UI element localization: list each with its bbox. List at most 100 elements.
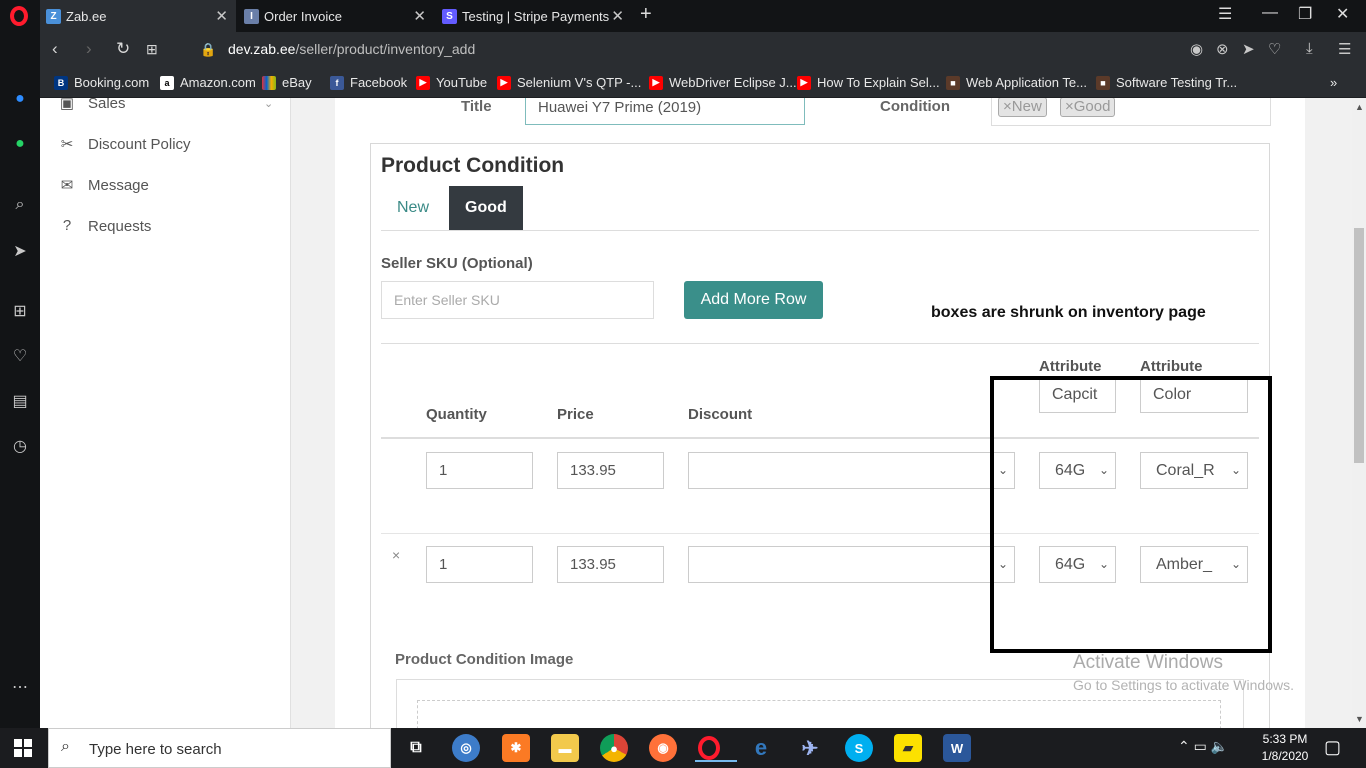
quantity-input[interactable]: 1 xyxy=(426,546,533,583)
firefox-icon[interactable]: ◉ xyxy=(649,734,677,762)
bookmark-booking[interactable]: B Booking.com xyxy=(54,75,149,90)
whatsapp-icon[interactable]: ● xyxy=(10,135,30,155)
send-icon[interactable]: ➤ xyxy=(10,241,30,261)
windows-start-icon[interactable] xyxy=(14,739,32,757)
price-input[interactable]: 133.95 xyxy=(557,452,664,489)
eclipse-icon[interactable]: ✈ xyxy=(796,734,824,762)
notification-icon[interactable]: ▢ xyxy=(1324,737,1341,758)
minimize-icon[interactable]: — xyxy=(1262,4,1278,22)
clock-time[interactable]: 5:33 PM xyxy=(1260,732,1310,746)
tab-stripe[interactable]: S Testing | Stripe Payments ✕ xyxy=(436,0,632,32)
download-icon[interactable]: ⤓ xyxy=(1306,40,1313,57)
tab-title: Order Invoice xyxy=(264,8,343,24)
bookmark-webdriver[interactable]: ▶ WebDriver Eclipse J... xyxy=(649,75,797,90)
lock-icon: 🔒 xyxy=(200,42,217,57)
opera-taskbar-icon[interactable] xyxy=(695,736,737,762)
bookmark-amazon[interactable]: a Amazon.com xyxy=(160,75,256,90)
bookmark-software-testing[interactable]: ■ Software Testing Tr... xyxy=(1096,75,1237,90)
forward-icon[interactable]: › xyxy=(86,39,92,59)
condition-chip-new[interactable]: ×New xyxy=(998,98,1047,117)
messenger-icon[interactable]: ● xyxy=(10,90,30,110)
speed-dial-icon[interactable]: ⊞ xyxy=(10,301,30,321)
close-icon[interactable]: ✕ xyxy=(413,7,426,25)
search-icon[interactable]: ⌕ xyxy=(10,196,30,216)
sku-input[interactable] xyxy=(381,281,654,319)
title-input[interactable]: Huawei Y7 Prime (2019) xyxy=(525,98,805,125)
tab-new[interactable]: New xyxy=(381,186,445,230)
close-icon[interactable]: ✕ xyxy=(215,7,228,25)
sticky-notes-icon[interactable]: ▰ xyxy=(894,734,922,762)
chevron-up-icon[interactable]: ⌃ xyxy=(1178,738,1190,754)
tab-order-invoice[interactable]: I Order Invoice ✕ xyxy=(238,0,434,32)
speed-dial-icon[interactable]: ⊞ xyxy=(146,41,158,58)
bookmark-label: WebDriver Eclipse J... xyxy=(669,75,797,90)
sidebar-item-discount-policy[interactable]: ✂ Discount Policy xyxy=(58,135,191,154)
news-icon[interactable]: ▤ xyxy=(10,391,30,411)
page-scrollbar[interactable]: ▲ ▼ xyxy=(1352,98,1366,728)
heart-icon[interactable]: ♡ xyxy=(1268,40,1281,58)
skype-icon[interactable]: S xyxy=(845,734,873,762)
volume-icon[interactable]: 🔈 xyxy=(1211,738,1228,754)
bookmark-label: How To Explain Sel... xyxy=(817,75,940,90)
system-tray[interactable]: ⌃ ▭ 🔈 xyxy=(1178,738,1228,755)
tab-menu-icon[interactable]: ☰ xyxy=(1218,4,1232,24)
tab-good[interactable]: Good xyxy=(449,186,523,230)
window-close-icon[interactable]: ✕ xyxy=(1336,4,1349,24)
history-icon[interactable]: ◷ xyxy=(10,436,30,456)
task-view-icon[interactable]: ⧉ xyxy=(402,734,430,762)
bookmarks-overflow-icon[interactable]: » xyxy=(1330,75,1337,90)
bookmark-how-to[interactable]: ▶ How To Explain Sel... xyxy=(797,75,940,90)
opera-logo[interactable] xyxy=(10,6,28,26)
column-quantity: Quantity xyxy=(426,406,487,423)
remove-row-icon[interactable]: × xyxy=(392,547,400,563)
discount-select[interactable]: ⌄ xyxy=(688,452,1015,489)
scissors-icon: ✂ xyxy=(60,136,74,153)
condition-chip-good[interactable]: ×Good xyxy=(1060,98,1116,117)
briefcase-icon: ▣ xyxy=(59,98,75,112)
bookmark-youtube[interactable]: ▶ YouTube xyxy=(416,75,487,90)
bookmark-selenium[interactable]: ▶ Selenium V's QTP -... xyxy=(497,75,641,90)
menu-icon[interactable]: ☰ xyxy=(1338,40,1351,58)
bookmark-facebook[interactable]: f Facebook xyxy=(330,75,407,90)
taskbar-search[interactable]: ⌕ Type here to search xyxy=(48,728,391,768)
heart-icon[interactable]: ♡ xyxy=(10,346,30,366)
scrollbar-thumb[interactable] xyxy=(1354,228,1364,463)
bookmark-ebay[interactable]: eBay xyxy=(262,75,312,90)
bookmark-label: Facebook xyxy=(350,75,408,90)
quantity-input[interactable]: 1 xyxy=(426,452,533,489)
price-input[interactable]: 133.95 xyxy=(557,546,664,583)
more-icon[interactable]: ⋯ xyxy=(10,677,30,697)
back-icon[interactable]: ‹ xyxy=(52,39,58,59)
send-icon[interactable]: ➤ xyxy=(1242,40,1255,58)
file-explorer-icon[interactable]: ▬ xyxy=(551,734,579,762)
image-dropzone[interactable] xyxy=(417,700,1221,728)
chip-remove-icon[interactable]: × xyxy=(1003,98,1012,115)
reload-icon[interactable]: ↻ xyxy=(116,39,130,59)
restore-icon[interactable]: ❐ xyxy=(1298,4,1312,24)
discount-select[interactable]: ⌄ xyxy=(688,546,1015,583)
network-icon[interactable]: ▭ xyxy=(1194,738,1207,754)
close-icon[interactable]: ✕ xyxy=(611,7,624,25)
bookmark-web-app[interactable]: ■ Web Application Te... xyxy=(946,75,1087,90)
scroll-up-icon[interactable]: ▲ xyxy=(1355,102,1364,112)
edge-icon[interactable]: e xyxy=(747,734,775,762)
sidebar-item-message[interactable]: ✉ Message xyxy=(58,176,149,195)
chip-remove-icon[interactable]: × xyxy=(1065,98,1074,115)
cube-icon: ■ xyxy=(946,75,960,90)
add-more-row-button[interactable]: Add More Row xyxy=(684,281,823,319)
scroll-down-icon[interactable]: ▼ xyxy=(1355,714,1364,724)
sidebar-item-requests[interactable]: ? Requests xyxy=(58,217,152,235)
xampp-icon[interactable]: ✱ xyxy=(502,734,530,762)
adblock-icon[interactable]: ⊗ xyxy=(1216,40,1229,58)
tab-zabee[interactable]: Z Zab.ee ✕ xyxy=(40,0,236,32)
sidebar-item-sales[interactable]: ▣ Sales ⌄ xyxy=(58,98,273,112)
facebook-icon: f xyxy=(330,75,344,90)
chrome-icon[interactable]: ● xyxy=(600,734,628,762)
condition-multiselect[interactable]: ×New ×Good xyxy=(991,98,1271,126)
globe-app-icon[interactable]: ◎ xyxy=(452,734,480,762)
url-field[interactable]: dev.zab.ee/seller/product/inventory_add xyxy=(228,41,475,57)
camera-icon[interactable]: ◉ xyxy=(1190,40,1203,58)
word-icon[interactable]: W xyxy=(943,734,971,762)
clock-date[interactable]: 1/8/2020 xyxy=(1260,749,1310,763)
new-tab-icon[interactable]: + xyxy=(640,3,652,26)
